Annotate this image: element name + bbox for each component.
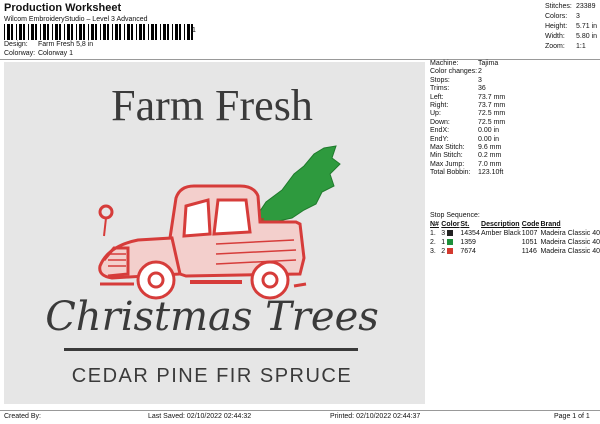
design-preview: Farm Fresh Christmas Trees CEDAR PINE FI… — [4, 62, 425, 404]
color-swatch — [447, 239, 454, 246]
artwork-line-christmas-trees: Christmas Trees — [45, 294, 379, 340]
stat-stops: Stops: 3 — [430, 76, 482, 84]
barcode-number: 1 — [192, 27, 196, 34]
software-name: Wilcom EmbroideryStudio – Level 3 Advanc… — [4, 16, 148, 23]
stat-width: Width: 5.80 in — [545, 33, 598, 40]
design-value: Farm Fresh 5,8 in — [37, 41, 94, 48]
design-label: Design: — [4, 41, 28, 48]
colorway-label: Colorway: — [4, 50, 36, 57]
created-by: Created By: — [4, 413, 41, 420]
stat-endy: EndY: 0.00 in — [430, 135, 500, 143]
artwork-divider — [64, 348, 358, 351]
stop-sequence-table: N# Color St. Description Code Brand 1. 3… — [430, 220, 600, 256]
page-number: Page 1 of 1 — [554, 413, 590, 420]
color-swatch — [447, 248, 454, 255]
stat-left: Left: 73.7 mm — [430, 93, 506, 101]
stat-trims: Trims: 36 — [430, 85, 486, 93]
stat-zoom: Zoom: 1:1 — [545, 43, 586, 50]
colorway-row: Colorway: Colorway 1 — [4, 50, 73, 57]
printed-date: Printed: 02/10/2022 02:44:37 — [330, 413, 421, 420]
stop-sequence-header: N# Color St. Description Code Brand — [430, 221, 561, 228]
colorway-value: Colorway 1 — [37, 50, 73, 57]
color-swatch — [447, 230, 454, 237]
footer-divider — [0, 410, 600, 411]
design-row: Design: Farm Fresh 5,8 in — [4, 41, 93, 48]
barcode — [4, 24, 193, 40]
machine-stats: Machine: Tajima Color changes: 2 Stops: 3 T… — [430, 60, 505, 178]
stop-sequence-label: Stop Sequence: — [430, 212, 480, 219]
last-saved: Last Saved: 02/10/2022 02:44:32 — [148, 413, 252, 420]
worksheet-title: Production Worksheet — [4, 2, 122, 14]
stat-total-bobbin: Total Bobbin: 123.10ft — [430, 169, 504, 177]
stat-right: Right: 73.7 mm — [430, 102, 506, 110]
stat-endx: EndX: 0.00 in — [430, 127, 500, 135]
tree-icon — [253, 145, 341, 224]
embroidery-artwork: Farm Fresh Christmas Trees CEDAR PINE FI… — [45, 81, 379, 387]
stat-stitches: Stitches: 23389 — [545, 3, 596, 10]
stat-down: Down: 72.5 mm — [430, 118, 506, 126]
stat-up: Up: 72.5 mm — [430, 110, 506, 118]
stat-color-changes: Color changes: 2 — [430, 68, 482, 76]
table-row: 2. 1 1359 1051 Madeira Classic 40 — [430, 239, 600, 246]
artwork-line-tree-types: CEDAR PINE FIR SPRUCE — [72, 365, 352, 387]
stat-height: Height: 5.71 in — [545, 23, 598, 30]
summary-stats: Stitches: 23389 Colors: 3 Height: 5.71 in W… — [545, 2, 597, 52]
stat-colors: Colors: 3 — [545, 13, 580, 20]
header-divider — [0, 59, 600, 60]
stat-max-jump: Max Jump: 7.0 mm — [430, 160, 502, 168]
table-row: 1. 3 14354 Amber Black 1007 Madeira Clas… — [430, 230, 600, 237]
stat-min-stitch: Min Stitch: 0.2 mm — [430, 152, 502, 160]
table-row: 3. 2 7674 1146 Madeira Classic 40 — [430, 248, 600, 255]
stat-max-stitch: Max Stitch: 9.6 mm — [430, 144, 502, 152]
stat-machine: Machine: Tajima — [430, 60, 499, 67]
artwork-line-farm-fresh: Farm Fresh — [111, 81, 313, 130]
